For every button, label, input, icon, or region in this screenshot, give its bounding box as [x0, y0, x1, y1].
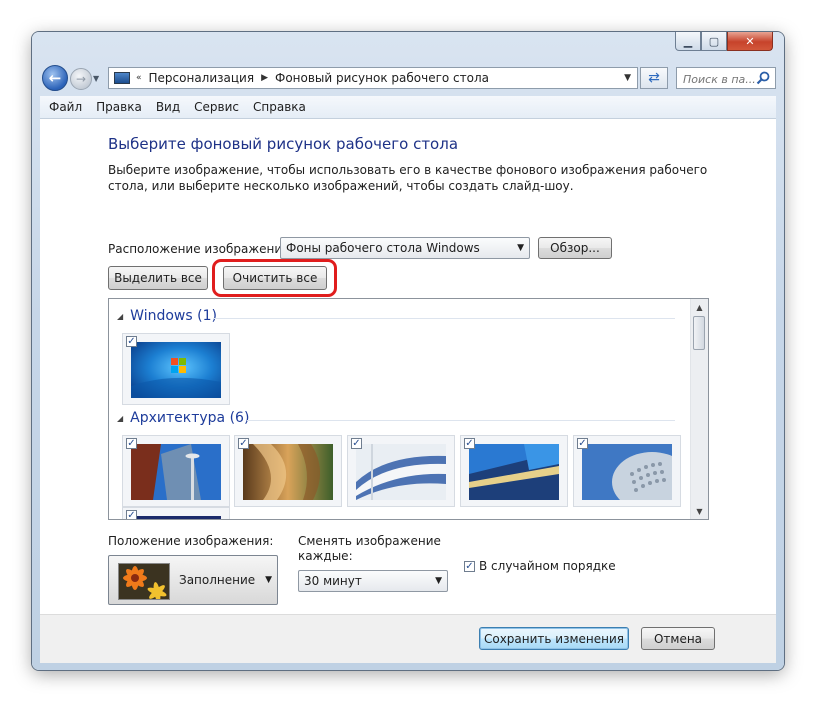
thumb-checkbox[interactable]: ✓: [464, 438, 475, 449]
divider-line: [247, 420, 675, 421]
shuffle-label: В случайном порядке: [479, 559, 616, 573]
minimize-button[interactable]: ▁: [675, 32, 701, 51]
thumb-checkbox[interactable]: ✓: [577, 438, 588, 449]
wallpaper-thumb-architecture-1[interactable]: ✓: [122, 435, 230, 507]
thumb-checkbox[interactable]: ✓: [351, 438, 362, 449]
location-value: Фоны рабочего стола Windows: [286, 241, 480, 255]
forward-button[interactable]: →: [70, 68, 92, 90]
search-input[interactable]: [681, 69, 757, 89]
search-box: [676, 67, 776, 89]
scroll-up-arrow-icon[interactable]: ▲: [691, 299, 708, 315]
windows-wallpaper-image: [131, 342, 221, 398]
refresh-icon: ⇄: [648, 70, 660, 86]
chevron-down-icon: ▼: [265, 575, 272, 585]
wallpaper-thumb-architecture-5[interactable]: ✓: [573, 435, 681, 507]
architecture-image-6: [131, 516, 221, 519]
breadcrumb-personalization[interactable]: Персонализация: [149, 71, 255, 85]
menu-edit[interactable]: Правка: [89, 100, 149, 114]
group-heading-windows[interactable]: ◢ Windows (1): [117, 308, 217, 324]
maximize-icon: ▢: [708, 34, 720, 48]
position-label: Положение изображения:: [108, 534, 274, 548]
divider-line: [213, 318, 675, 319]
thumb-checkbox[interactable]: ✓: [126, 510, 137, 519]
personalization-window: ▁ ▢ ✕ ← → ▼ « Персонализация ▶ Фоновый р…: [32, 32, 784, 670]
wallpaper-gallery: ◢ Windows (1) ✓ ◢ Архитектура (6) ✓ ✓ ✓ …: [108, 298, 709, 520]
maximize-button[interactable]: ▢: [701, 32, 727, 51]
menu-view[interactable]: Вид: [149, 100, 187, 114]
interval-value: 30 минут: [304, 574, 362, 588]
breadcrumb-arrow-icon[interactable]: ▶: [261, 73, 268, 83]
thumb-checkbox[interactable]: ✓: [238, 438, 249, 449]
minimize-icon: ▁: [683, 34, 693, 48]
refresh-button[interactable]: ⇄: [640, 67, 668, 89]
scroll-down-arrow-icon[interactable]: ▼: [691, 503, 708, 519]
change-interval-label: Сменять изображение каждые:: [298, 534, 441, 563]
gallery-scrollbar[interactable]: ▲ ▼: [690, 299, 708, 519]
recent-pages-chevron-icon[interactable]: ▼: [93, 74, 99, 83]
menu-help[interactable]: Справка: [246, 100, 313, 114]
shuffle-option[interactable]: ✓ В случайном порядке: [464, 559, 616, 573]
chevron-down-icon: ▼: [435, 576, 442, 586]
group-heading-architecture[interactable]: ◢ Архитектура (6): [117, 410, 249, 426]
save-changes-button[interactable]: Сохранить изменения: [479, 627, 629, 650]
back-arrow-icon: ←: [48, 69, 62, 87]
architecture-image-5: [582, 444, 672, 500]
control-panel-icon: [114, 72, 130, 84]
browse-button[interactable]: Обзор...: [538, 237, 612, 259]
architecture-image-1: [131, 444, 221, 500]
position-preview-image: [118, 563, 170, 600]
dialog-footer: Сохранить изменения Отмена: [40, 614, 776, 663]
architecture-image-4: [469, 444, 559, 500]
architecture-image-3: [356, 444, 446, 500]
menu-file[interactable]: Файл: [40, 100, 89, 114]
page-title: Выберите фоновый рисунок рабочего стола: [108, 135, 459, 153]
chevron-down-icon: ▼: [517, 243, 524, 253]
highlight-annotation: [212, 259, 337, 297]
forward-arrow-icon: →: [75, 72, 87, 86]
select-all-button[interactable]: Выделить все: [108, 266, 208, 290]
wallpaper-thumb-windows[interactable]: ✓: [122, 333, 230, 405]
shuffle-checkbox[interactable]: ✓: [464, 560, 475, 572]
cancel-button[interactable]: Отмена: [641, 627, 715, 650]
location-dropdown[interactable]: Фоны рабочего стола Windows ▼: [280, 237, 530, 259]
group-name: Архитектура (6): [130, 410, 250, 426]
window-controls: ▁ ▢ ✕: [675, 32, 773, 52]
thumb-checkbox[interactable]: ✓: [126, 438, 137, 449]
group-name: Windows (1): [130, 308, 217, 324]
wallpaper-thumb-architecture-4[interactable]: ✓: [460, 435, 568, 507]
close-icon: ✕: [745, 34, 755, 48]
interval-dropdown[interactable]: 30 минут ▼: [298, 570, 448, 592]
wallpaper-thumb-architecture-3[interactable]: ✓: [347, 435, 455, 507]
architecture-image-2: [243, 444, 333, 500]
overflow-chevron-icon[interactable]: «: [136, 73, 142, 83]
collapse-triangle-icon: ◢: [117, 311, 124, 321]
breadcrumb-desktop-background[interactable]: Фоновый рисунок рабочего стола: [275, 71, 489, 85]
wallpaper-thumb-architecture-2[interactable]: ✓: [234, 435, 342, 507]
menu-tools[interactable]: Сервис: [187, 100, 246, 114]
wallpaper-thumb-architecture-6[interactable]: ✓: [122, 507, 230, 519]
position-value: Заполнение: [179, 573, 256, 587]
search-icon[interactable]: [755, 70, 771, 86]
thumb-checkbox[interactable]: ✓: [126, 336, 137, 347]
position-dropdown[interactable]: Заполнение ▼: [108, 555, 278, 605]
address-dropdown-icon[interactable]: ▼: [624, 73, 631, 83]
menu-bar: Файл Правка Вид Сервис Справка: [40, 96, 776, 119]
address-bar[interactable]: « Персонализация ▶ Фоновый рисунок рабоч…: [108, 67, 638, 89]
collapse-triangle-icon: ◢: [117, 413, 124, 423]
close-button[interactable]: ✕: [727, 32, 773, 51]
navigation-bar: ← → ▼ « Персонализация ▶ Фоновый рисунок…: [40, 65, 776, 93]
content-area: Выберите фоновый рисунок рабочего стола …: [40, 119, 776, 614]
page-description: Выберите изображение, чтобы использовать…: [108, 163, 708, 193]
back-button[interactable]: ←: [42, 65, 68, 91]
location-label: Расположение изображения:: [108, 242, 294, 256]
scrollbar-thumb[interactable]: [693, 316, 705, 350]
